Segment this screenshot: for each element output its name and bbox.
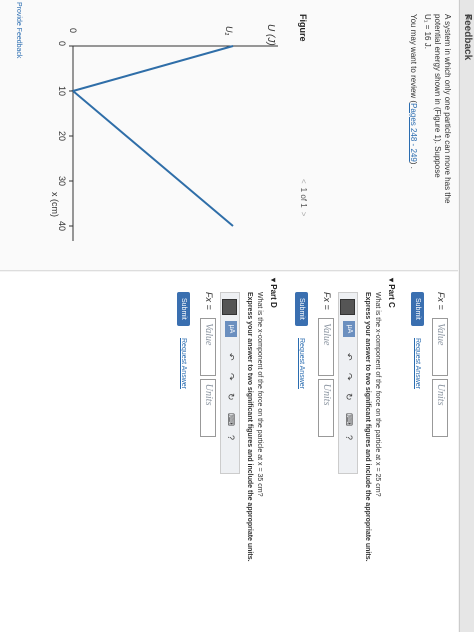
- template-icon[interactable]: [222, 299, 237, 315]
- part-c-instruction: Express your answer to two significant f…: [364, 292, 371, 562]
- part-d-header: ▾ Part D: [269, 278, 278, 308]
- part-d-question: What is the x-component of the force on …: [256, 292, 263, 497]
- mu-units-button[interactable]: μA: [343, 321, 355, 337]
- part-d-instruction: Express your answer to two significant f…: [246, 292, 253, 562]
- undo-icon[interactable]: ↶: [343, 353, 354, 361]
- u1-label: U₁: [224, 26, 234, 35]
- fx-label: Fx =: [435, 292, 446, 310]
- request-answer-link[interactable]: Request Answer: [180, 338, 187, 389]
- problem-line-1: A system in which only one particle can …: [443, 14, 452, 204]
- keyboard-icon[interactable]: ⌨: [343, 413, 354, 426]
- value-input[interactable]: Value: [432, 318, 448, 377]
- part-d-answer-row: Fx = Value Units: [200, 292, 216, 437]
- review-prefix: You may want to review (: [409, 14, 418, 104]
- help-icon[interactable]: ?: [344, 435, 354, 440]
- chevron-left-icon[interactable]: <: [462, 14, 473, 626]
- problem-pane: A system in which only one particle can …: [0, 0, 458, 271]
- screen: Feedback < A system in which only one pa…: [0, 0, 474, 632]
- part-d-title: Part D: [269, 284, 278, 308]
- figure-label: Figure: [298, 14, 308, 42]
- fx-label: Fx =: [321, 292, 332, 310]
- y-zero-label: 0: [68, 28, 78, 33]
- photo-stage: Feedback < A system in which only one pa…: [0, 0, 474, 632]
- x-tick-label: 30: [57, 176, 67, 186]
- request-answer-link[interactable]: Request Answer: [298, 338, 305, 389]
- potential-energy-graph: U (J) U₁ 0 0 10 20 30 40 x (cm): [50, 24, 278, 241]
- provide-feedback-link[interactable]: Provide Feedback: [15, 2, 22, 58]
- redo-icon[interactable]: ↷: [343, 373, 354, 381]
- chevron-left-icon[interactable]: <: [299, 179, 308, 184]
- x-tick-label: 40: [57, 221, 67, 231]
- part-d-toolbar: μA ↶ ↷ ↻ ⌨ ?: [220, 292, 240, 474]
- chevron-right-icon[interactable]: >: [299, 212, 308, 217]
- submit-button[interactable]: Submit: [411, 292, 424, 326]
- value-input[interactable]: Value: [200, 318, 216, 377]
- submit-button[interactable]: Submit: [295, 292, 308, 326]
- mu-units-button[interactable]: μA: [225, 321, 237, 337]
- redo-icon[interactable]: ↷: [225, 373, 236, 381]
- part-c-header: ▾ Part C: [387, 278, 396, 308]
- units-input[interactable]: Units: [432, 378, 448, 437]
- keyboard-icon[interactable]: ⌨: [225, 413, 236, 426]
- reset-icon[interactable]: ↻: [225, 393, 236, 401]
- x-tick-label: 20: [57, 131, 67, 141]
- submit-button[interactable]: Submit: [177, 292, 190, 326]
- template-icon[interactable]: [340, 299, 355, 315]
- part-c-answer-row: Fx = Value Units: [318, 292, 334, 437]
- top-answer-row: Fx = Value Units: [432, 292, 448, 437]
- part-c-question: What is the x-component of the force on …: [374, 292, 381, 497]
- x-tick-label: 0: [57, 41, 67, 46]
- units-input[interactable]: Units: [318, 378, 334, 437]
- x-tick-label: 10: [57, 86, 67, 96]
- header-bar: Feedback <: [459, 0, 474, 632]
- y-axis-label: U (J): [265, 24, 276, 46]
- review-line: You may want to review (Pages 248 - 249)…: [408, 14, 418, 254]
- answer-pane: Fx = Value Units Submit Request Answer ▾…: [0, 272, 458, 632]
- fx-label: Fx =: [203, 292, 214, 310]
- x-axis-label: x (cm): [50, 192, 60, 217]
- value-input[interactable]: Value: [318, 318, 334, 377]
- problem-line-3: U₁ = 16 J.: [423, 14, 432, 49]
- review-link[interactable]: Pages 248 - 249: [409, 103, 418, 162]
- reset-icon[interactable]: ↻: [343, 393, 354, 401]
- units-input[interactable]: Units: [200, 378, 216, 437]
- part-c-toolbar: μA ↶ ↷ ↻ ⌨ ?: [338, 292, 358, 474]
- undo-icon[interactable]: ↶: [225, 353, 236, 361]
- problem-text: A system in which only one particle can …: [408, 14, 452, 254]
- potential-curve: [70, 45, 234, 227]
- pager-text: 1 of 1: [299, 187, 308, 208]
- problem-line-2: potential energy shown in (Figure 1). Su…: [433, 14, 442, 178]
- review-suffix: ) .: [409, 161, 418, 169]
- request-answer-link[interactable]: Request Answer: [414, 338, 421, 389]
- part-c-title: Part C: [387, 284, 396, 308]
- help-icon[interactable]: ?: [226, 435, 236, 440]
- figure-pager: <1 of 1 >: [299, 175, 308, 220]
